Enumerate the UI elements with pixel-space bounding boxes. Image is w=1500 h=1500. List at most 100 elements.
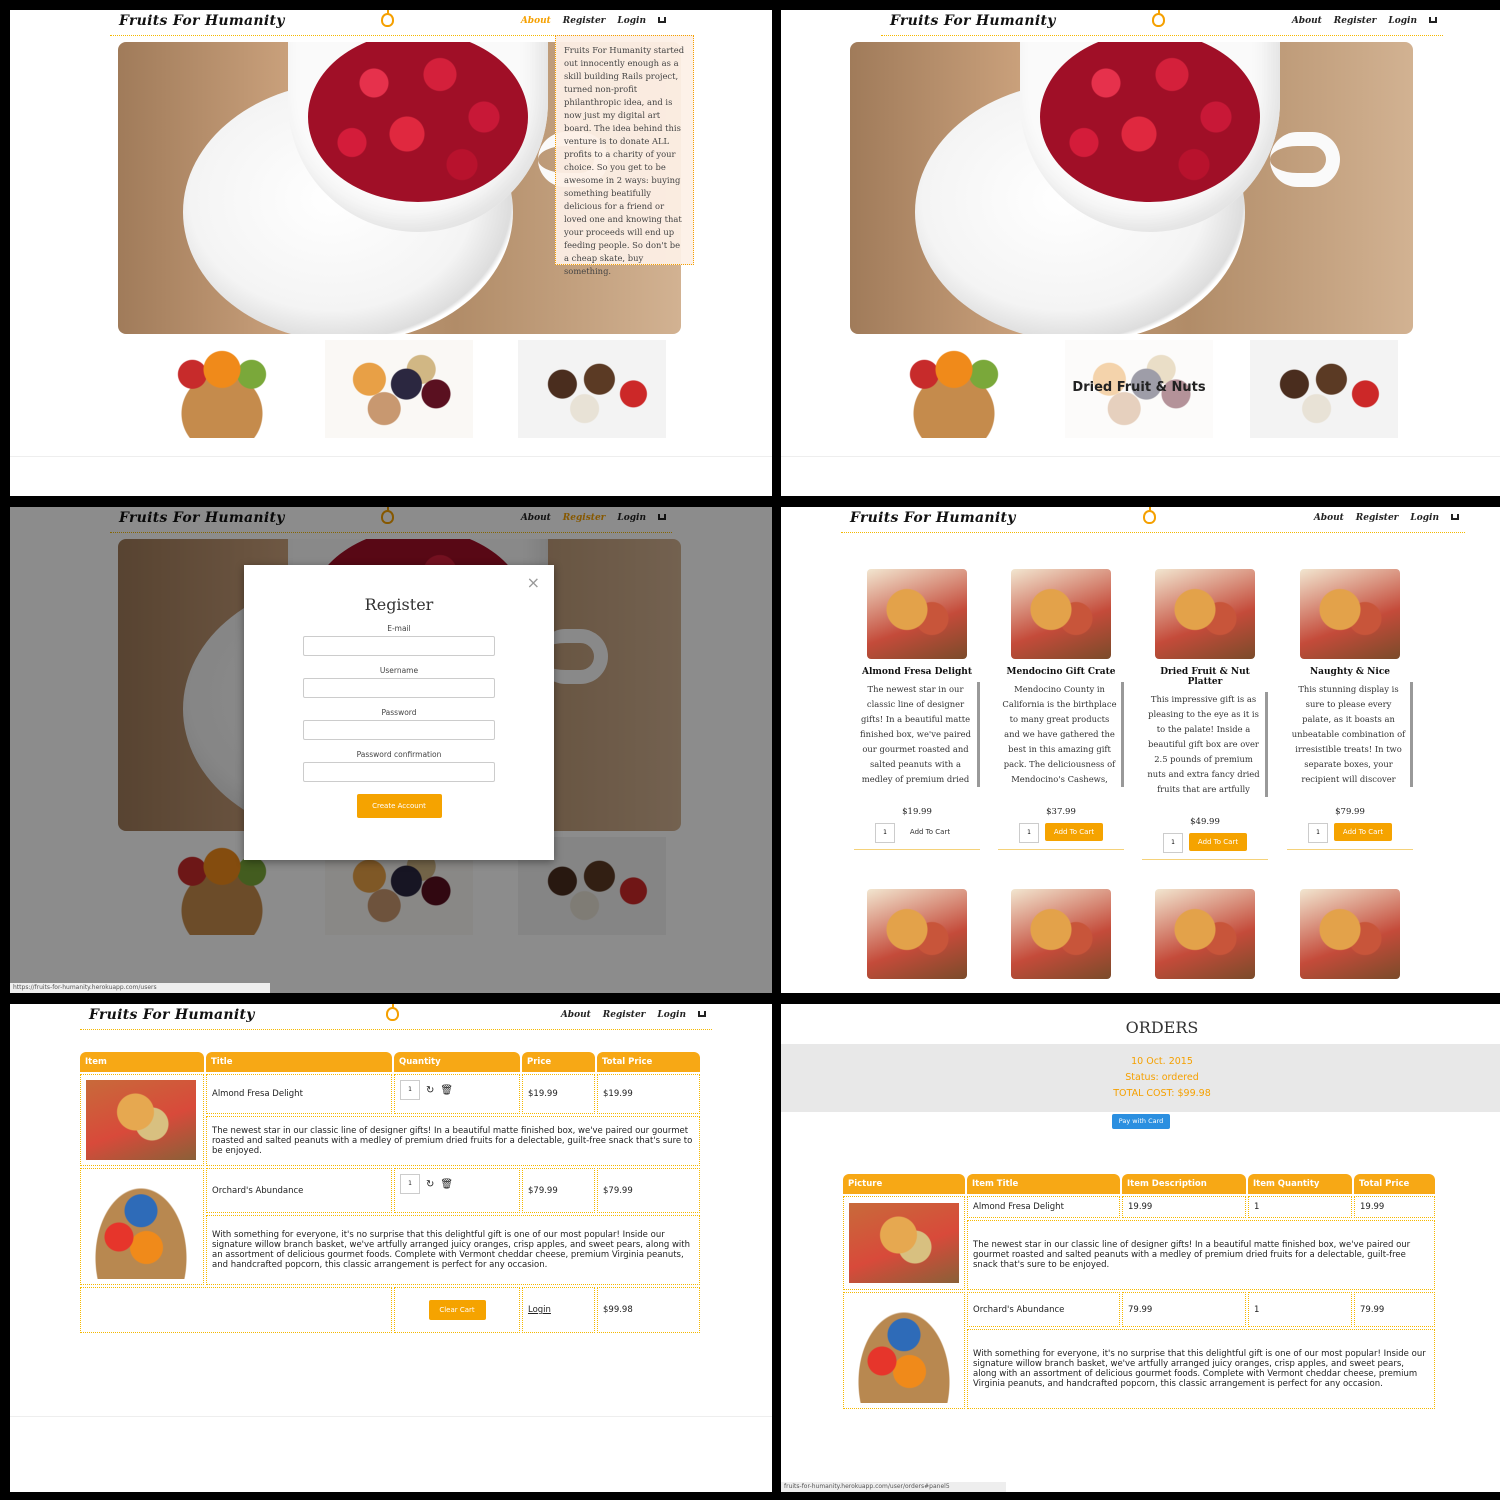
cart-icon[interactable] (1429, 17, 1437, 23)
product-price: $19.99 (902, 807, 932, 817)
refresh-icon[interactable]: ↻ (426, 1085, 434, 1096)
category-dried-fruit[interactable] (325, 340, 473, 438)
nav-login[interactable]: Login (617, 16, 646, 26)
product-card: Mendocino Gift Crate Mendocino County in… (998, 569, 1124, 850)
product-image[interactable] (1155, 569, 1255, 659)
product-image (86, 1080, 196, 1160)
home-hover-panel: Fruits For Humanity About Register Login D… (781, 10, 1500, 496)
nav-login[interactable]: Login (1410, 513, 1439, 523)
item-price: $79.99 (522, 1168, 595, 1213)
product-title[interactable]: Dried Fruit & Nut Platter (1142, 667, 1268, 687)
item-title: Orchard's Abundance (206, 1168, 392, 1213)
product-image[interactable] (1155, 889, 1255, 979)
apple-icon (1152, 10, 1165, 27)
apple-icon (386, 1004, 399, 1021)
login-link[interactable]: Login (528, 1305, 551, 1315)
nav-menu: About Register Login (509, 16, 666, 26)
nav-about[interactable]: About (521, 16, 551, 26)
trash-icon[interactable]: 🗑 (440, 1179, 453, 1190)
navbar: Fruits For Humanity About Register Login (80, 1004, 712, 1030)
nav-register[interactable]: Register (603, 1010, 646, 1020)
product-image[interactable] (1300, 569, 1400, 659)
add-to-cart-button[interactable]: Add To Cart (1045, 823, 1103, 841)
nav-about[interactable]: About (561, 1010, 591, 1020)
col-total: Total Price (597, 1052, 700, 1072)
product-title[interactable]: Naughty & Nice (1287, 667, 1413, 677)
trash-icon[interactable]: 🗑 (440, 1085, 453, 1096)
navbar: Fruits For Humanity About Register Login (881, 10, 1443, 36)
nav-about[interactable]: About (1314, 513, 1344, 523)
product-description: Mendocino County in California is the bi… (998, 682, 1124, 787)
col-picture: Picture (843, 1174, 965, 1194)
hero-image (850, 42, 1413, 334)
col-quantity: Quantity (394, 1052, 520, 1072)
orders-table: Picture Item Title Item Description Item… (841, 1172, 1437, 1411)
site-logo[interactable]: Fruits For Humanity (890, 13, 1056, 29)
item-total: $19.99 (597, 1074, 700, 1114)
email-label: E-mail (387, 624, 411, 633)
cart-icon[interactable] (1451, 514, 1459, 520)
nav-menu: About Register Login (549, 1010, 706, 1020)
nav-login[interactable]: Login (657, 1010, 686, 1020)
clear-cart-button[interactable]: Clear Cart (428, 1300, 486, 1320)
site-logo[interactable]: Fruits For Humanity (119, 13, 285, 29)
col-total-price: Total Price (1354, 1174, 1435, 1194)
email-field[interactable] (303, 636, 495, 656)
category-chocolate-strawberries[interactable] (1250, 340, 1398, 438)
nav-register[interactable]: Register (1334, 16, 1377, 26)
navbar: Fruits For Humanity About Register Login (841, 507, 1465, 533)
item-total: 79.99 (1354, 1292, 1435, 1327)
nav-about[interactable]: About (1292, 16, 1322, 26)
navbar: Fruits For Humanity About Register Login (110, 10, 672, 36)
item-quantity: 1 (1248, 1196, 1352, 1218)
quantity-select[interactable]: 1 (1163, 833, 1183, 853)
cart-icon[interactable] (658, 17, 666, 23)
nav-register[interactable]: Register (563, 16, 606, 26)
refresh-icon[interactable]: ↻ (426, 1179, 434, 1190)
site-logo[interactable]: Fruits For Humanity (850, 510, 1016, 526)
product-image[interactable] (1011, 889, 1111, 979)
register-modal-panel: Fruits For Humanity About Register Login ×… (10, 507, 772, 993)
cart-icon[interactable] (698, 1011, 706, 1017)
pay-with-card-button[interactable]: Pay with Card (1112, 1114, 1170, 1129)
product-title[interactable]: Mendocino Gift Crate (998, 667, 1124, 677)
add-to-cart-button[interactable]: Add To Cart (901, 823, 959, 841)
nav-login[interactable]: Login (1388, 16, 1417, 26)
quantity-select[interactable]: 1 (400, 1080, 420, 1100)
item-description: With something for everyone, it's no sur… (967, 1329, 1435, 1409)
item-description: With something for everyone, it's no sur… (206, 1215, 700, 1285)
category-fruit-baskets[interactable] (148, 340, 296, 438)
product-price: $37.99 (1046, 807, 1076, 817)
modal-title: Register (364, 595, 434, 614)
quantity-select[interactable]: 1 (400, 1174, 420, 1194)
create-account-button[interactable]: Create Account (356, 794, 442, 818)
status-bar-url: fruits-for-humanity.herokuapp.com/user/o… (781, 1482, 1006, 1492)
quantity-select[interactable]: 1 (1019, 823, 1039, 843)
nav-menu: About Register Login (1280, 16, 1437, 26)
category-fruit-baskets[interactable] (880, 340, 1028, 438)
add-to-cart-button[interactable]: Add To Cart (1189, 833, 1247, 851)
col-item: Item (80, 1052, 204, 1072)
product-image[interactable] (867, 569, 967, 659)
close-icon[interactable]: × (527, 573, 540, 592)
item-total: 19.99 (1354, 1196, 1435, 1218)
add-to-cart-button[interactable]: Add To Cart (1334, 823, 1392, 841)
order-date: 10 Oct. 2015 (1131, 1056, 1193, 1067)
register-modal: × Register E-mail Username Password Pass… (244, 565, 554, 860)
username-field[interactable] (303, 678, 495, 698)
quantity-select[interactable]: 1 (1308, 823, 1328, 843)
site-logo[interactable]: Fruits For Humanity (89, 1007, 255, 1023)
product-image[interactable] (1011, 569, 1111, 659)
cart-table: Item Title Quantity Price Total Price Al… (78, 1050, 702, 1335)
category-chocolate-strawberries[interactable] (518, 340, 666, 438)
password-confirmation-field[interactable] (303, 762, 495, 782)
product-image[interactable] (1300, 889, 1400, 979)
password-label: Password (381, 708, 417, 717)
item-title: Almond Fresa Delight (206, 1074, 392, 1114)
nav-register[interactable]: Register (1356, 513, 1399, 523)
product-image[interactable] (867, 889, 967, 979)
password-field[interactable] (303, 720, 495, 740)
quantity-select[interactable]: 1 (875, 823, 895, 843)
product-title[interactable]: Almond Fresa Delight (854, 667, 980, 677)
product-description: This impressive gift is as pleasing to t… (1142, 692, 1268, 797)
